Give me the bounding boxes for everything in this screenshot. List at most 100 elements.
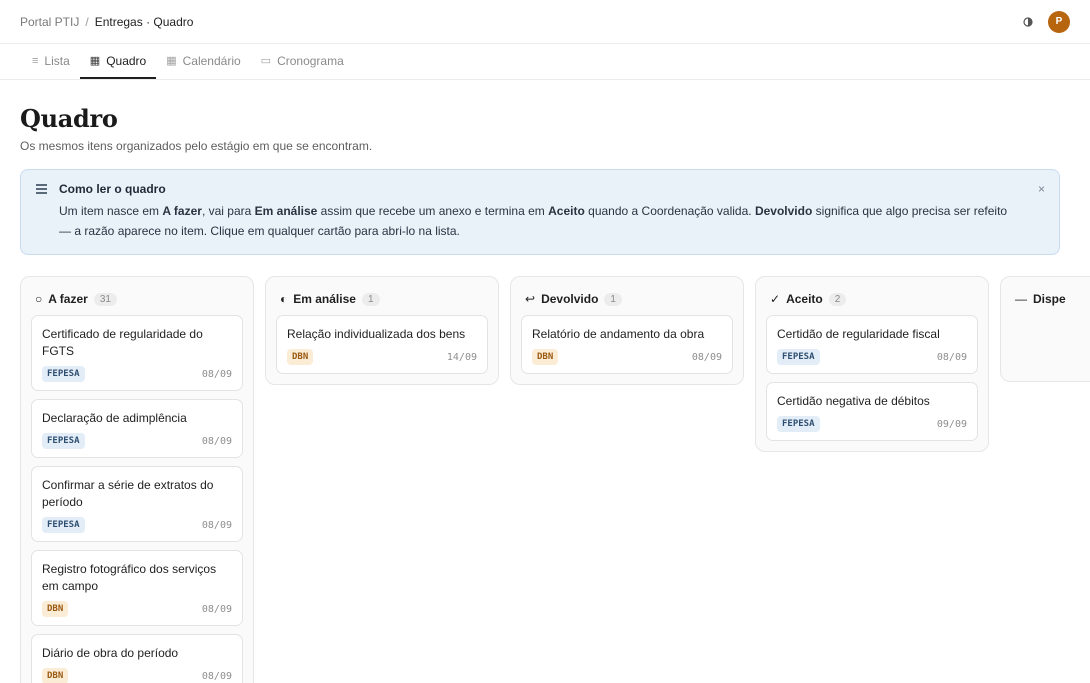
column-title: Dispe: [1033, 292, 1066, 306]
top-actions: P: [1022, 10, 1070, 33]
card-list: Certificado de regularidade do FGTS FEPES…: [31, 315, 243, 683]
card-footer: DBN 08/09: [532, 349, 722, 365]
column-title: Aceito: [786, 292, 823, 306]
breadcrumb: Portal PTIJ / Entregas · Quadro: [20, 15, 193, 29]
organization-tag: DBN: [287, 349, 314, 365]
info-title: Como ler o quadro: [59, 182, 166, 196]
card-title: Certificado de regularidade do FGTS: [42, 327, 203, 358]
column-title: A fazer: [48, 292, 88, 306]
column-dispe: — Dispe: [1000, 276, 1090, 382]
organization-tag: FEPESA: [42, 433, 85, 449]
organization-tag: DBN: [42, 668, 69, 683]
calendar-icon: ▦: [166, 55, 177, 67]
page-title: Quadro: [20, 104, 118, 133]
card-footer: DBN 14/09: [287, 349, 477, 365]
status-icon: ↩: [525, 292, 536, 306]
organization-tag: FEPESA: [777, 349, 820, 365]
board-card[interactable]: Relação individualizada dos bens DBN 14/09: [276, 315, 488, 374]
theme-toggle-icon[interactable]: [1022, 16, 1034, 28]
column-aceito: ✓ Aceito 2 Certidão de regularidade fiscal F…: [755, 276, 989, 452]
card-list: Certidão de regularidade fiscal FEPESA 08/…: [766, 315, 978, 441]
top-bar: Portal PTIJ / Entregas · Quadro P: [0, 0, 1090, 44]
info-banner: Como ler o quadro Um item nasce em A faz…: [20, 169, 1060, 255]
tab-calendario[interactable]: ▦ Calendário: [156, 44, 250, 79]
kanban-board: ○ A fazer 31 Certificado de regularidade do…: [20, 276, 1090, 683]
status-icon: ◐: [280, 292, 288, 306]
column-count-badge: 1: [361, 292, 380, 306]
info-list-icon: [36, 184, 47, 194]
card-due-date: 08/09: [201, 670, 232, 682]
card-title: Confirmar a série de extratos do período: [42, 478, 214, 509]
organization-tag: DBN: [532, 349, 559, 365]
tab-label: Quadro: [106, 53, 147, 68]
organization-tag: DBN: [42, 601, 69, 617]
breadcrumb-separator: /: [85, 14, 89, 29]
card-due-date: 08/09: [201, 519, 232, 531]
card-footer: FEPESA 08/09: [777, 349, 967, 365]
card-footer: FEPESA 08/09: [42, 433, 232, 449]
column-header: ○ A fazer 31: [31, 287, 243, 309]
board-card[interactable]: Certidão negativa de débitos FEPESA 09/09: [766, 382, 978, 441]
column-em-analise: ◐ Em análise 1 Relação individualizada dos …: [265, 276, 499, 385]
view-tabs: ≡ Lista ▦ Quadro ▦ Calendário ▭ Cronogra…: [0, 44, 1090, 80]
list-icon: ≡: [32, 54, 39, 67]
card-title: Certidão de regularidade fiscal: [777, 327, 940, 341]
organization-tag: FEPESA: [42, 366, 85, 382]
column-header: ✓ Aceito 2: [766, 287, 978, 309]
column-title: Em análise: [293, 292, 356, 306]
tab-quadro[interactable]: ▦ Quadro: [79, 44, 157, 79]
board-card[interactable]: Certidão de regularidade fiscal FEPESA 08/…: [766, 315, 978, 374]
card-title: Certidão negativa de débitos: [777, 394, 930, 408]
tab-lista[interactable]: ≡ Lista: [22, 44, 80, 79]
card-footer: FEPESA 08/09: [42, 366, 232, 382]
card-due-date: 09/09: [936, 418, 967, 430]
board-card[interactable]: Declaração de adimplência FEPESA 08/09: [31, 399, 243, 458]
column-count-badge: 2: [828, 292, 847, 306]
card-due-date: 14/09: [446, 351, 477, 363]
card-due-date: 08/09: [201, 368, 232, 380]
column-header: ◐ Em análise 1: [276, 287, 488, 309]
board-card[interactable]: Diário de obra do período DBN 08/09: [31, 634, 243, 683]
tab-cronograma[interactable]: ▭ Cronograma: [251, 44, 354, 79]
card-due-date: 08/09: [936, 351, 967, 363]
card-title: Registro fotográfico dos serviços em cam…: [42, 562, 217, 593]
page-subtitle: Os mesmos itens organizados pelo estágio…: [20, 139, 373, 153]
breadcrumb-current: Entregas · Quadro: [94, 14, 194, 29]
card-footer: FEPESA 09/09: [777, 416, 967, 432]
tab-label: Lista: [44, 53, 70, 68]
board-card[interactable]: Certificado de regularidade do FGTS FEPES…: [31, 315, 243, 391]
board-card[interactable]: Relatório de andamento da obra DBN 08/09: [521, 315, 733, 374]
card-title: Diário de obra do período: [42, 646, 179, 660]
column-header: ↩ Devolvido 1: [521, 287, 733, 309]
card-title: Relação individualizada dos bens: [287, 327, 466, 341]
close-icon[interactable]: ×: [1038, 182, 1045, 196]
card-footer: DBN 08/09: [42, 601, 232, 617]
board-icon: ▦: [89, 55, 101, 67]
card-due-date: 08/09: [201, 435, 232, 447]
column-header: — Dispe: [1011, 287, 1090, 309]
tab-label: Cronograma: [277, 53, 344, 68]
board-card[interactable]: Confirmar a série de extratos do período…: [31, 466, 243, 542]
tab-label: Calendário: [182, 53, 241, 68]
board-card[interactable]: Registro fotográfico dos serviços em cam…: [31, 550, 243, 626]
card-due-date: 08/09: [201, 603, 232, 615]
card-footer: FEPESA 08/09: [42, 517, 232, 533]
column-count-badge: 31: [93, 292, 117, 306]
timeline-icon: ▭: [260, 55, 272, 67]
info-text: Um item nasce em A fazer, vai para Em an…: [59, 204, 1008, 238]
breadcrumb-root-link[interactable]: Portal PTIJ: [20, 15, 79, 29]
column-title: Devolvido: [541, 292, 599, 306]
card-list: Relação individualizada dos bens DBN 14/09: [276, 315, 488, 374]
organization-tag: FEPESA: [777, 416, 820, 432]
column-a-fazer: ○ A fazer 31 Certificado de regularidade do…: [20, 276, 254, 683]
organization-tag: FEPESA: [42, 517, 85, 533]
status-icon: ○: [35, 292, 43, 306]
status-icon: —: [1015, 292, 1027, 306]
card-due-date: 08/09: [691, 351, 722, 363]
card-title: Declaração de adimplência: [42, 411, 187, 425]
column-count-badge: 1: [604, 292, 622, 306]
status-icon: ✓: [770, 292, 781, 306]
card-title: Relatório de andamento da obra: [532, 327, 705, 341]
column-devolvido: ↩ Devolvido 1 Relatório de andamento da obr…: [510, 276, 744, 385]
avatar[interactable]: P: [1048, 10, 1070, 33]
